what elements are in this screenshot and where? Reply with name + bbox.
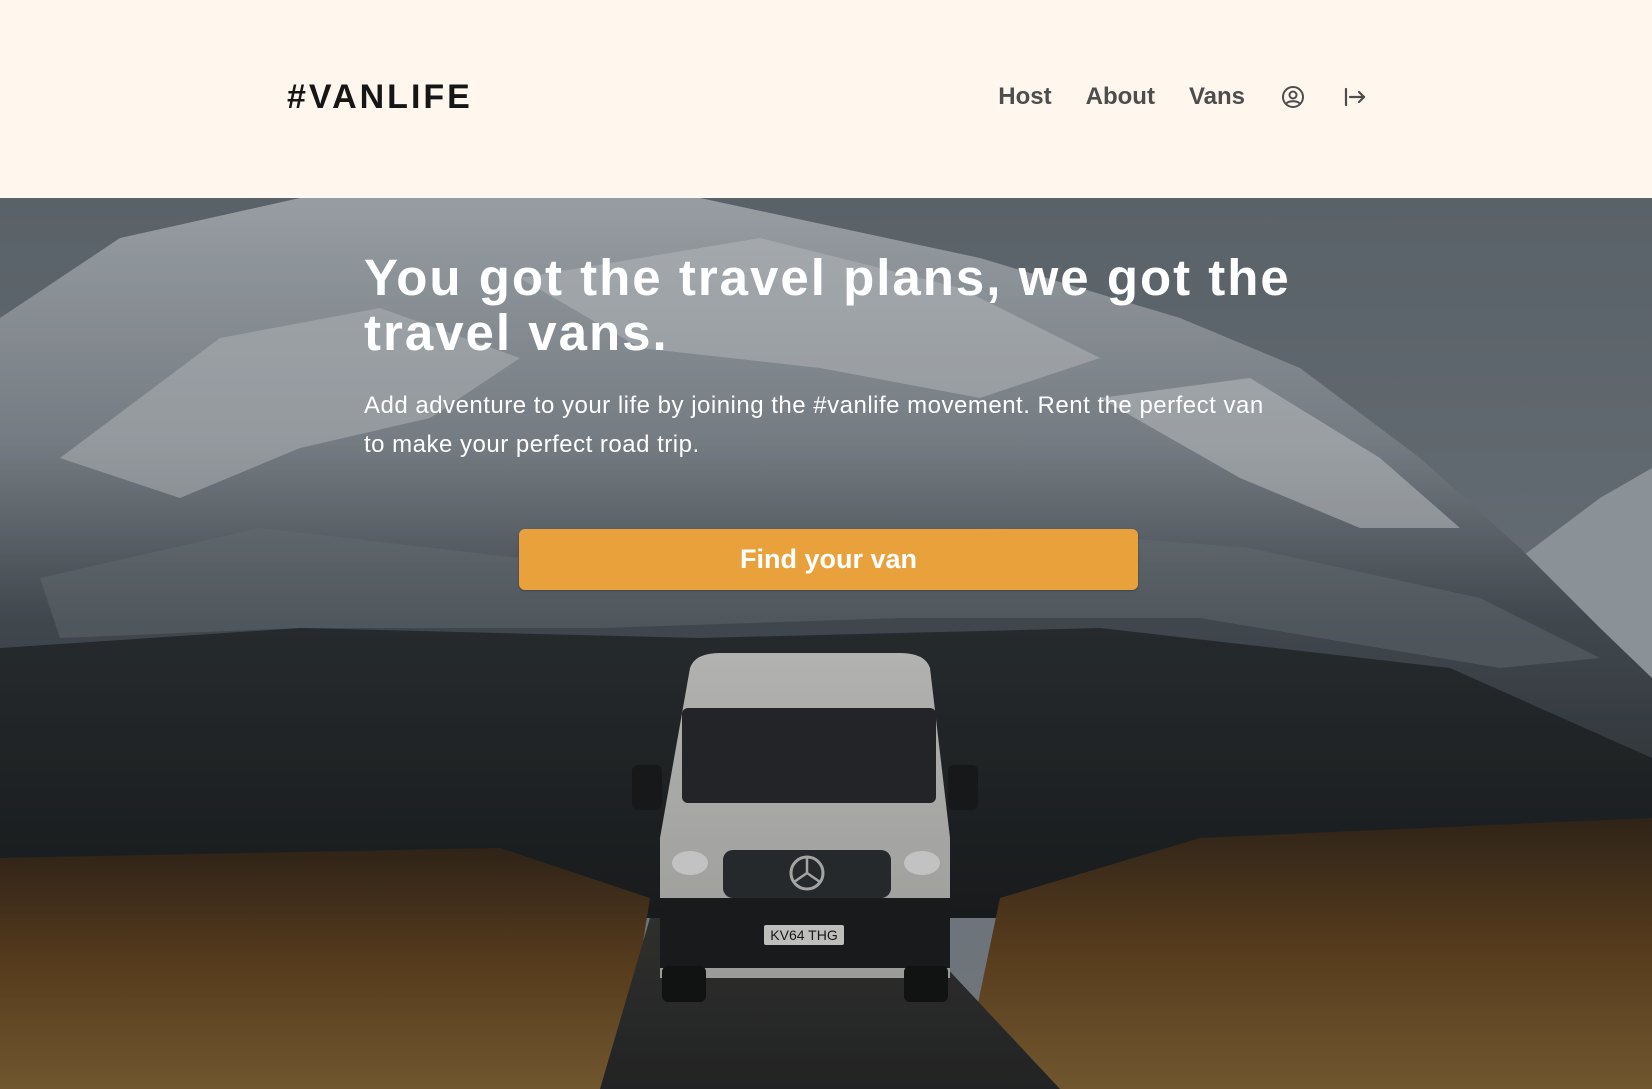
- hero-section: KV64 THG You got the travel plans, we go…: [0, 198, 1652, 1089]
- hero-subtitle: Add adventure to your life by joining th…: [364, 392, 1264, 458]
- nav-link-about[interactable]: About: [1086, 76, 1155, 118]
- site-logo[interactable]: #VANLIFE: [287, 76, 473, 118]
- logout-arrow-icon[interactable]: [1341, 76, 1369, 118]
- site-header: #VANLIFE Host About Vans: [0, 0, 1652, 198]
- find-your-van-button[interactable]: Find your van: [519, 529, 1138, 590]
- main-nav: Host About Vans: [998, 76, 1369, 118]
- nav-link-host[interactable]: Host: [998, 76, 1051, 118]
- hero-title: You got the travel plans, we got the tra…: [364, 249, 1291, 361]
- nav-link-vans[interactable]: Vans: [1189, 76, 1245, 118]
- hero-content: You got the travel plans, we got the tra…: [364, 250, 1304, 464]
- page: #VANLIFE Host About Vans KV64 THG You go…: [0, 0, 1652, 1089]
- user-circle-icon[interactable]: [1279, 76, 1307, 118]
